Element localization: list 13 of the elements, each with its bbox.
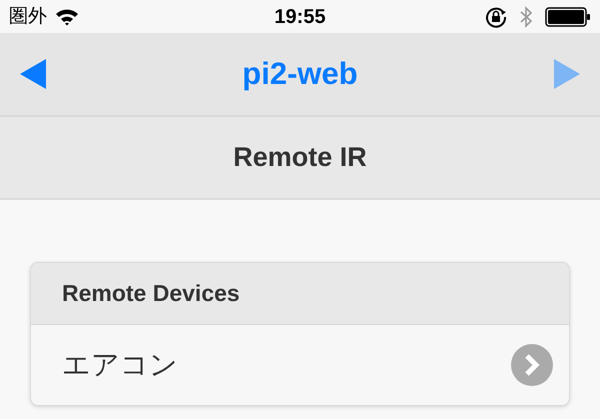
back-button[interactable]	[20, 59, 46, 89]
page-title: pi2-web	[241, 54, 359, 93]
list-title: Remote Devices	[62, 279, 240, 308]
battery-icon	[545, 6, 591, 26]
chevron-right-icon	[511, 344, 553, 386]
wifi-icon	[55, 8, 79, 26]
list-item[interactable]: エアコン	[31, 325, 569, 405]
section-header: Remote IR	[233, 141, 367, 174]
clock-time: 19:55	[274, 4, 326, 30]
carrier-text: 圏外	[9, 4, 47, 30]
rotation-lock-icon	[485, 6, 507, 28]
item-label: エアコン	[62, 347, 179, 383]
bluetooth-icon	[519, 4, 533, 28]
